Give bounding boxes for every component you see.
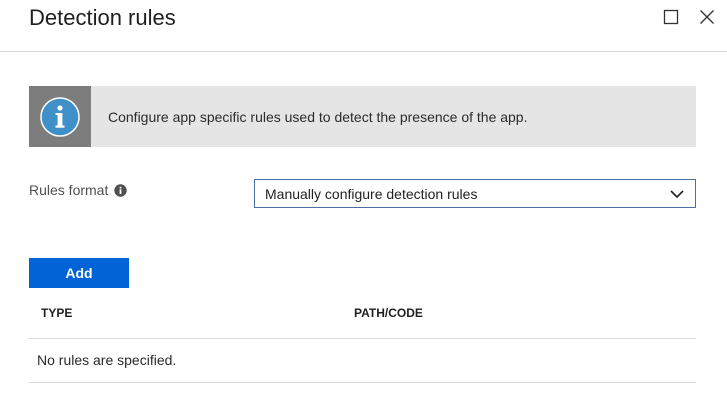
maximize-icon bbox=[663, 9, 679, 25]
rules-format-selected-value: Manually configure detection rules bbox=[265, 185, 478, 202]
add-button[interactable]: Add bbox=[29, 258, 129, 288]
info-icon bbox=[40, 96, 80, 137]
detection-rules-blade: Detection rules Configure app specific r… bbox=[0, 0, 727, 402]
column-header-path-code: PATH/CODE bbox=[354, 306, 423, 320]
rules-format-label-group: Rules format bbox=[29, 182, 128, 198]
info-banner-text: Configure app specific rules used to det… bbox=[108, 108, 528, 125]
rules-table: TYPE PATH/CODE No rules are specified. bbox=[29, 296, 696, 383]
info-banner: Configure app specific rules used to det… bbox=[29, 86, 696, 147]
close-icon bbox=[700, 10, 714, 24]
blade-header: Detection rules bbox=[0, 0, 727, 52]
close-button[interactable] bbox=[696, 6, 718, 28]
table-empty-row: No rules are specified. bbox=[29, 339, 696, 383]
chevron-down-icon bbox=[670, 190, 684, 199]
maximize-button[interactable] bbox=[660, 6, 682, 28]
table-header: TYPE PATH/CODE bbox=[29, 296, 696, 339]
info-icon-container bbox=[29, 86, 91, 147]
info-circle-icon[interactable] bbox=[114, 183, 128, 197]
rules-format-label: Rules format bbox=[29, 182, 109, 198]
rules-format-dropdown[interactable]: Manually configure detection rules bbox=[254, 179, 696, 208]
column-header-type: TYPE bbox=[41, 306, 73, 320]
page-title: Detection rules bbox=[29, 5, 176, 30]
empty-message: No rules are specified. bbox=[37, 352, 177, 368]
